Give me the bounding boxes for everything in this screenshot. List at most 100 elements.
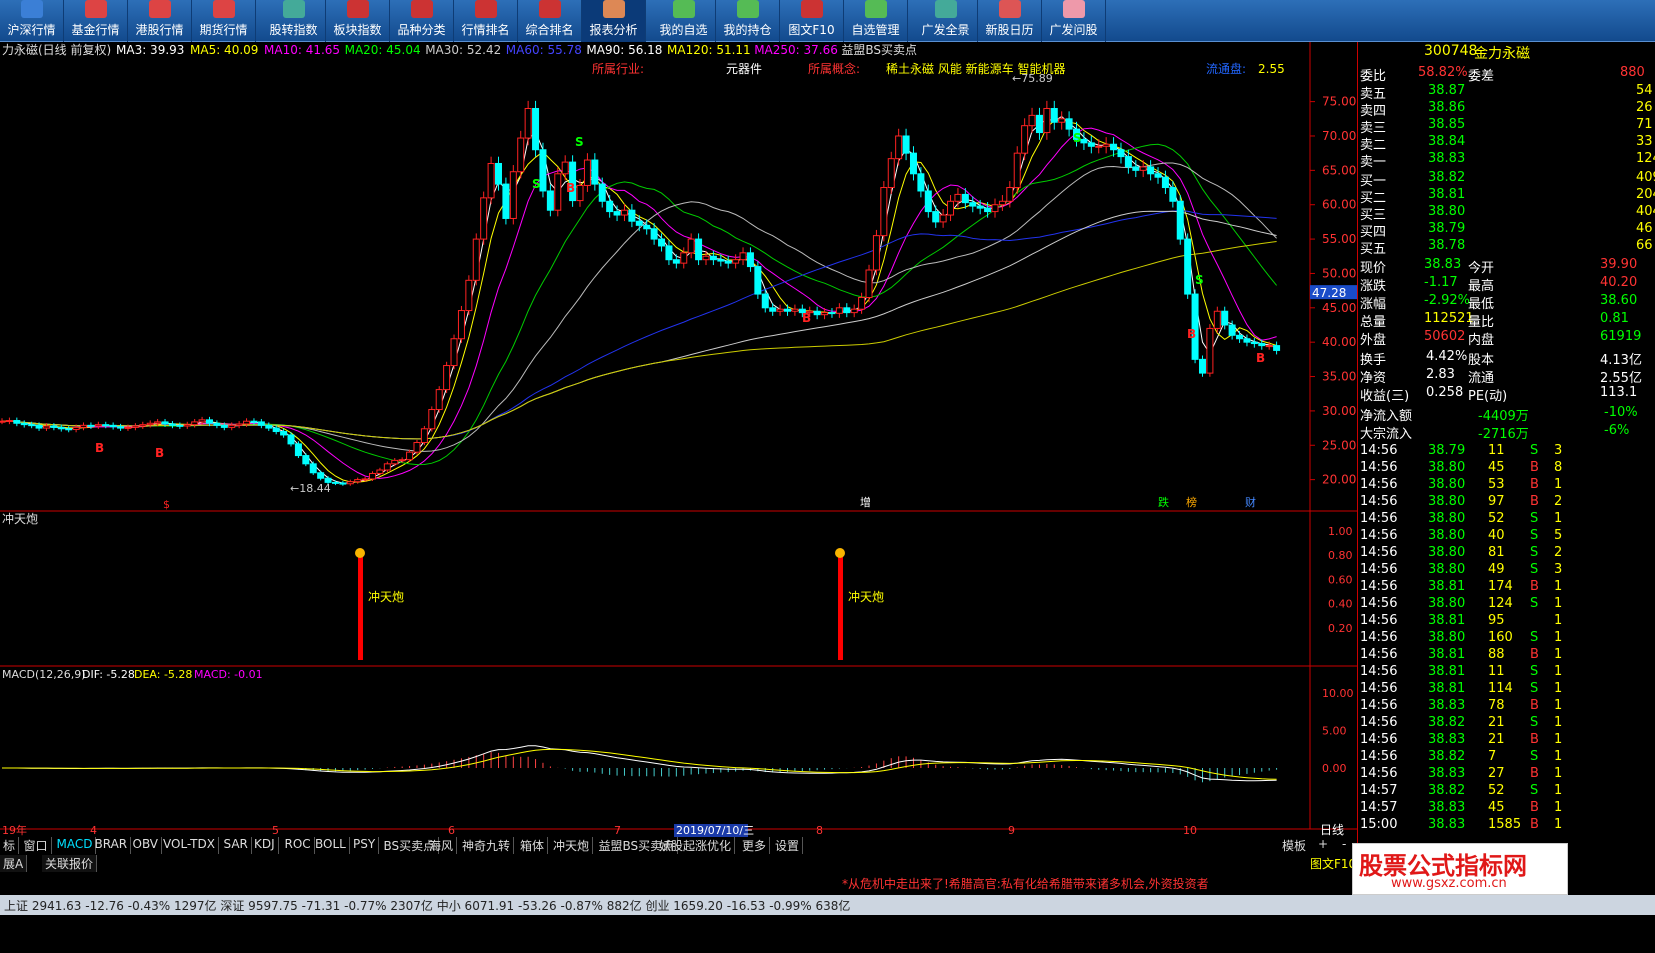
candle-body (450, 338, 458, 367)
candle-body (828, 312, 836, 315)
indicator-tab-0[interactable]: 标 (0, 837, 20, 854)
tick-price: 38.81 (1428, 613, 1466, 628)
toolbar-label: 股转指数 (269, 23, 318, 37)
indicator-tab-9[interactable]: BOLL (312, 837, 350, 854)
indicator-tab-4[interactable]: OBV (130, 837, 163, 854)
macd-dif: DIF: -5.28 (82, 668, 135, 681)
indicator-tab-13[interactable]: 神奇九转 (459, 837, 515, 854)
indicator-tab-1[interactable]: 窗口 (21, 837, 52, 854)
candle-body (1236, 334, 1244, 340)
toolbar-button-15[interactable]: 新股日历 (978, 0, 1042, 42)
chart-area[interactable]: 力永磁(日线 前复权) MA3: 39.93 MA5: 40.09 MA10: 41.… (0, 42, 1357, 837)
flow-label: 大宗流入 (1360, 427, 1413, 442)
candle-body (1013, 152, 1021, 189)
indicator-tab-7[interactable]: KDJ (251, 837, 279, 854)
concept-label: 所属概念: (808, 61, 860, 76)
float-label: 流通盘: (1206, 61, 1246, 76)
indicator-tab-12[interactable]: 海风 (426, 837, 458, 854)
tick-volume: 52 (1488, 783, 1505, 798)
event-marker-1: 增 (860, 495, 871, 509)
tick-time: 14:57 (1360, 800, 1398, 815)
toolbar-button-0[interactable]: 沪深行情 (0, 0, 64, 42)
toolbar-button-5[interactable]: 板块指数 (326, 0, 390, 42)
tick-extra: 2 (1554, 545, 1563, 560)
tick-side: S (1530, 528, 1539, 543)
candle-body (265, 424, 273, 429)
indicator-tab-18[interactable]: 更多 (739, 837, 771, 854)
candle-body (383, 463, 391, 471)
indicator-tab-5[interactable]: VOL-TDX (160, 837, 219, 854)
buy-marker: B (1256, 351, 1265, 365)
indicator-tab-10[interactable]: PSY (350, 837, 380, 854)
toolbar-button-16[interactable]: 广发问股 (1042, 0, 1106, 42)
toolbar-button-9[interactable]: 报表分析 (582, 0, 646, 42)
ctp-dot (355, 548, 365, 558)
toolbar-button-14[interactable]: 广发全景 (914, 0, 978, 42)
toolbar-button-10[interactable]: 我的自选 (652, 0, 716, 42)
buy-row: 买四 38.79 46 (1358, 220, 1655, 240)
toolbar-button-2[interactable]: 港股行情 (128, 0, 192, 42)
toolbar-button-1[interactable]: 基金行情 (64, 0, 128, 42)
toolbar-button-12[interactable]: 图文F10 (780, 0, 844, 42)
f10-tab[interactable]: 图文F10 (1310, 855, 1356, 872)
y-label: 75.00 (1322, 95, 1356, 109)
toolbar-button-7[interactable]: 行情排名 (454, 0, 518, 42)
tick-extra: 3 (1554, 443, 1563, 458)
event-marker-0: $ (163, 498, 170, 511)
news-ticker[interactable]: *从危机中走出来了!希腊高官:私有化给希腊带来诸多机会,外资投资者 (842, 875, 1209, 892)
ma-legend-5: MA60: 55.78 (506, 43, 582, 57)
tick-time: 14:56 (1360, 681, 1398, 696)
toolbar-label: 我的自选 (659, 23, 708, 37)
candle-body (1221, 310, 1229, 326)
toolbar-button-11[interactable]: 我的持仓 (716, 0, 780, 42)
toolbar-button-6[interactable]: 品种分类 (390, 0, 454, 42)
indicator-tab-8[interactable]: ROC (282, 837, 315, 854)
candle-body (1184, 238, 1192, 295)
toolbar-label: 广发全景 (921, 23, 970, 37)
tick-price: 38.80 (1428, 511, 1466, 526)
candle-body (509, 171, 517, 219)
toolbar-button-13[interactable]: 自选管理 (844, 0, 908, 42)
candle-body (1147, 166, 1155, 175)
toolbar-label: 新股日历 (985, 23, 1034, 37)
toolbar-button-8[interactable]: 综合排名 (518, 0, 582, 42)
sell-volume: 54 (1636, 83, 1653, 98)
remove-tab[interactable]: - (1342, 837, 1346, 851)
indicator-tab-19[interactable]: 设置 (772, 837, 804, 854)
toolbar-icon (346, 0, 369, 18)
sell-marker: S (1195, 273, 1204, 287)
indicator-tab-2[interactable]: MACD (54, 837, 97, 854)
flow-pct: -6% (1604, 423, 1630, 438)
tick-side: B (1530, 460, 1539, 475)
indicator-tab-15[interactable]: 冲天炮 (550, 837, 594, 854)
tick-time: 14:56 (1360, 749, 1398, 764)
indicator-tab-3[interactable]: BRAR (92, 837, 132, 854)
add-tab[interactable]: + (1318, 837, 1328, 851)
candle-body (932, 211, 940, 223)
candle-body (154, 421, 162, 424)
sell-row: 卖一 38.83 124 (1358, 150, 1655, 170)
template-tab[interactable]: 模板 (1282, 837, 1306, 854)
buy-volume: 66 (1636, 238, 1653, 253)
row2-tab-0[interactable]: 展A (0, 855, 28, 872)
sell-price: 38.84 (1428, 134, 1466, 149)
indicator-tab-17[interactable]: 妖股起涨优化 (656, 837, 736, 854)
toolbar-button-4[interactable]: 股转指数 (262, 0, 326, 42)
tick-side: S (1530, 545, 1539, 560)
toolbar-button-3[interactable]: 期货行情 (192, 0, 256, 42)
candle-body (487, 162, 495, 199)
candle-body (554, 173, 562, 211)
tick-time: 14:56 (1360, 579, 1398, 594)
row2-tab-1[interactable]: 关联报价 (42, 855, 98, 872)
stat2-value: 113.1 (1600, 385, 1638, 400)
indicator-tab-6[interactable]: SAR (221, 837, 252, 854)
tick-time: 14:56 (1360, 698, 1398, 713)
flow-row: 大宗流入 -2716万 -6% (1358, 422, 1655, 442)
tick-extra: 1 (1554, 732, 1563, 747)
trading-app: 沪深行情 基金行情 港股行情 期货行情 股转指数 板块指数 品种分类 行情排名 综合排名 报表分析… (0, 0, 1655, 953)
tick-volume: 95 (1488, 613, 1505, 628)
top-toolbar: 沪深行情 基金行情 港股行情 期货行情 股转指数 板块指数 品种分类 行情排名 综合排名 报表分析… (0, 0, 1655, 42)
y-label: 30.00 (1322, 404, 1356, 418)
toolbar-icon (148, 0, 171, 18)
indicator-tab-14[interactable]: 箱体 (517, 837, 549, 854)
